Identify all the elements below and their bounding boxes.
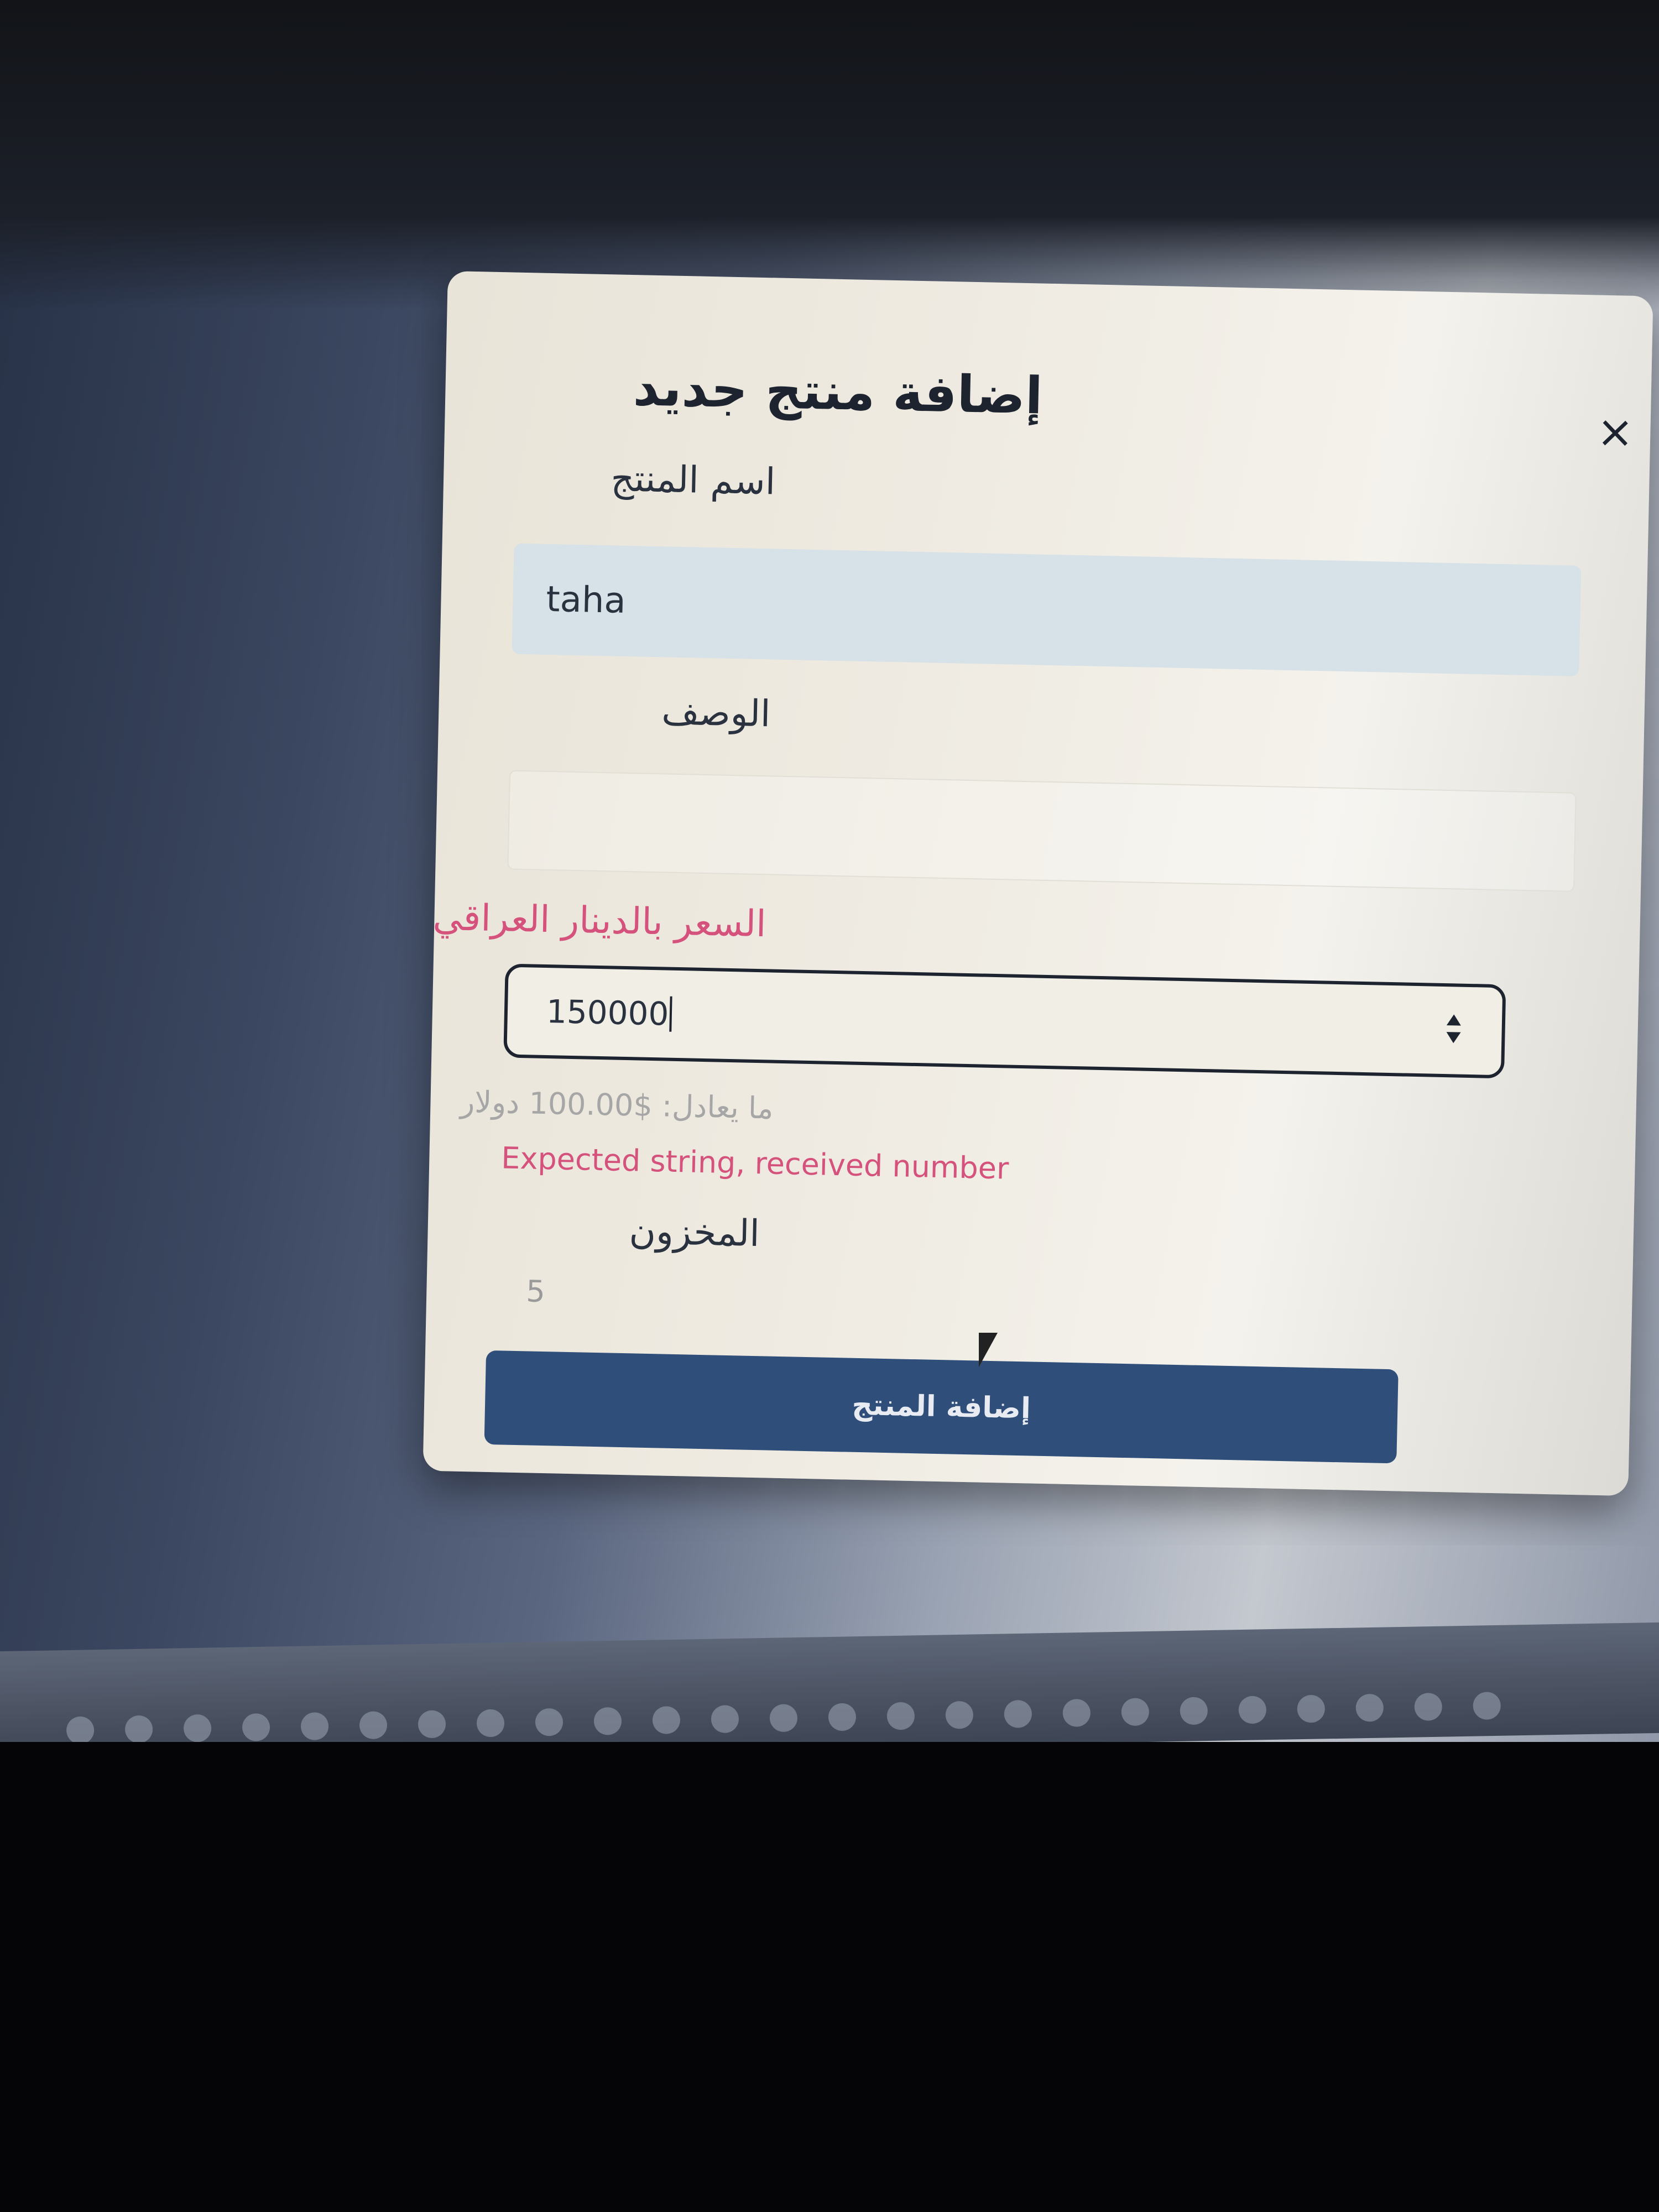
taskbar-app-icon[interactable] [66,1716,95,1745]
taskbar-app-icon[interactable] [300,1712,329,1741]
taskbar-app-icon[interactable] [1355,1693,1384,1722]
taskbar-app-icon[interactable] [1414,1693,1443,1721]
taskbar-app-icon[interactable] [242,1713,270,1741]
price-error-message: Expected string, received number [500,1140,1009,1186]
product-name-input[interactable]: taha [512,543,1582,676]
description-label: الوصف [661,690,771,735]
number-spinner-icon[interactable] [1446,1009,1464,1053]
add-product-button[interactable]: إضافة المنتج [484,1350,1399,1464]
add-product-modal: إضافة منتج جديد × اسم المنتج taha الوصف … [422,271,1653,1496]
price-input[interactable]: 150000 [503,963,1506,1079]
taskbar-app-icon[interactable] [711,1705,739,1734]
spinner-down-icon[interactable] [1446,1032,1461,1044]
taskbar-app-icon[interactable] [535,1708,564,1736]
taskbar-app-icon[interactable] [183,1714,212,1743]
stock-label: المخزون [628,1209,760,1255]
text-caret [669,996,673,1032]
modal-title: إضافة منتج جديد [632,358,1044,426]
taskbar-app-icon[interactable] [1062,1699,1091,1727]
taskbar-app-icon[interactable] [828,1703,857,1731]
taskbar-app-icon[interactable] [1238,1695,1267,1724]
screen-top-shadow [0,0,1659,310]
price-label: السعر بالدينار العراقي [432,895,767,946]
mouse-cursor-icon [979,1333,998,1367]
taskbar-app-icon[interactable] [886,1702,915,1730]
description-input[interactable] [507,770,1577,892]
taskbar-app-icon[interactable] [945,1700,974,1729]
taskbar-app-icon[interactable] [1473,1692,1501,1720]
product-name-label: اسم المنتج [610,457,776,503]
taskbar-app-icon[interactable] [1297,1694,1326,1723]
taskbar-app-icon[interactable] [769,1704,798,1733]
taskbar-app-icon[interactable] [124,1715,153,1744]
taskbar-app-icon[interactable] [476,1709,505,1738]
monitor-bezel [0,1742,1659,2212]
spinner-up-icon[interactable] [1446,1014,1462,1026]
taskbar-app-icon[interactable] [1121,1698,1150,1726]
taskbar-app-icon[interactable] [593,1707,622,1735]
taskbar-app-icon[interactable] [418,1710,446,1739]
taskbar-app-icon[interactable] [652,1706,681,1734]
stock-input[interactable]: 5 [526,1274,546,1309]
taskbar-app-icon[interactable] [1004,1699,1032,1728]
close-icon[interactable]: × [1596,406,1634,458]
taskbar-app-icon[interactable] [1180,1697,1208,1725]
price-equivalent-text: ما يعادل: $100.00 دولار [460,1084,774,1126]
price-input-value: 150000 [546,993,670,1033]
taskbar-app-icon[interactable] [359,1711,388,1740]
